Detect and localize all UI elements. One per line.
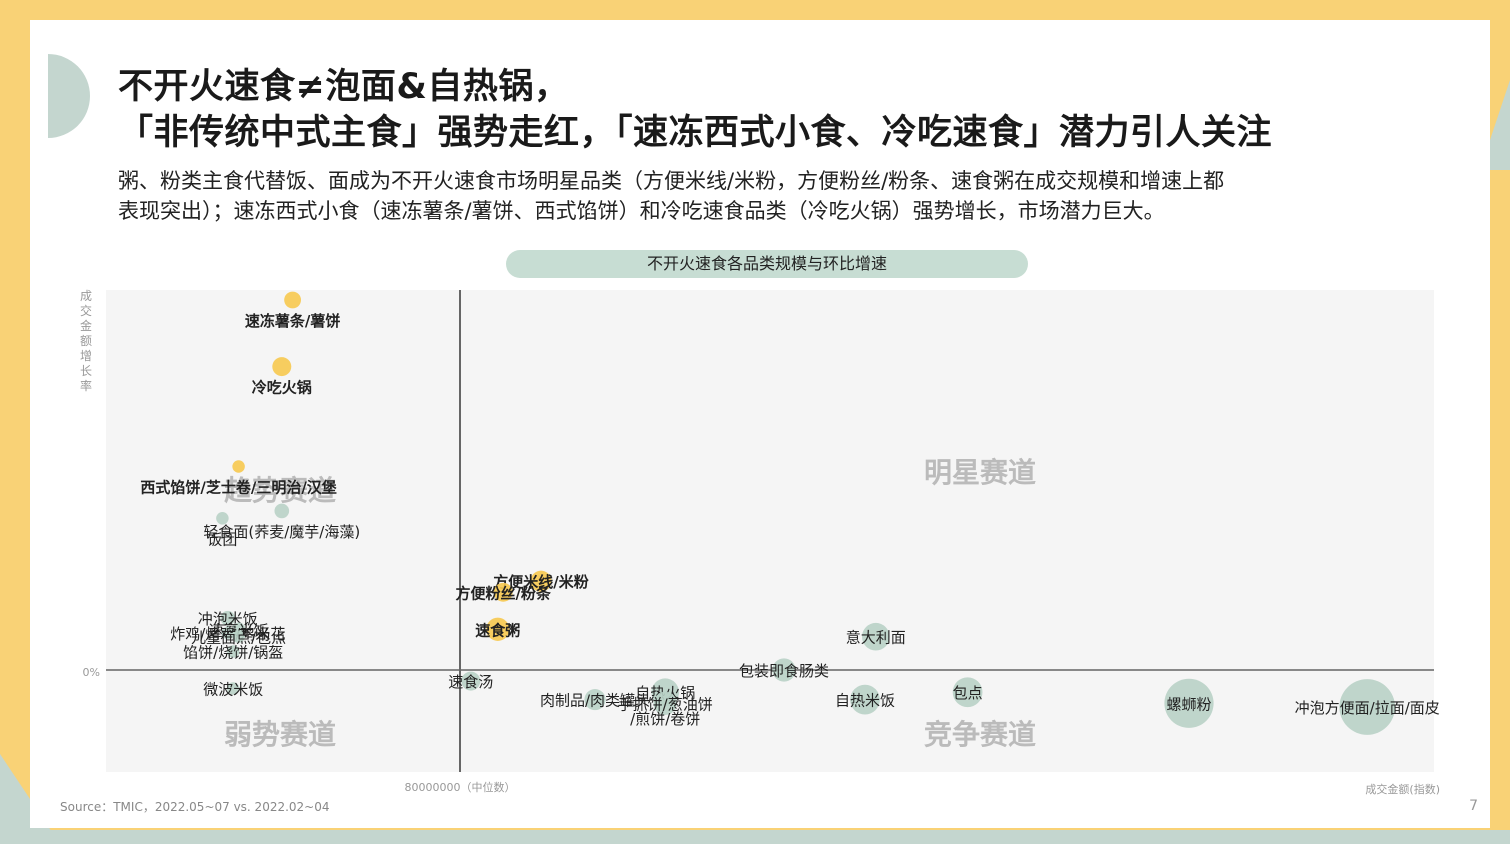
data-label: 馅饼/烧饼/锅盔 bbox=[183, 644, 283, 662]
data-bubble bbox=[274, 503, 290, 519]
data-label: 速食粥 bbox=[475, 621, 520, 639]
y-zero-tick-label: 0% bbox=[83, 666, 100, 679]
y-axis-label: 成交金额增长率 bbox=[80, 289, 92, 393]
x-axis-label: 成交金额(指数) bbox=[1365, 782, 1440, 796]
data-label: 意大利面 bbox=[846, 629, 906, 647]
data-label: 肉制品/肉类罐头 bbox=[540, 692, 650, 710]
data-label: 方便粉丝/粉条 bbox=[455, 584, 551, 602]
slide-card: 不开火速食≠泡面&自热锅， 「非传统中式主食」强势走红，「速冻西式小食、冷吃速食… bbox=[30, 20, 1490, 828]
data-label: 包点 bbox=[953, 684, 983, 702]
bottom-band-decoration bbox=[0, 830, 1510, 844]
page-number: 7 bbox=[1469, 798, 1478, 814]
data-label: 冲泡方便面/拉面/面皮 bbox=[1295, 699, 1440, 717]
data-label: 西式馅饼/芝士卷/三明治/汉堡 bbox=[140, 479, 336, 497]
data-label: 速食汤 bbox=[448, 673, 493, 691]
bubble-chart: 明星赛道趋势赛道弱势赛道 竞争赛道0%80000000（中位数） 成交金额(指数)成… bbox=[80, 289, 1440, 796]
data-label: 微波米饭 bbox=[203, 681, 263, 699]
x-median-tick-label: 80000000（中位数） bbox=[405, 780, 516, 794]
quadrant-label: 明星赛道 bbox=[924, 456, 1036, 489]
data-label: 速冻薯条/薯饼 bbox=[245, 312, 340, 330]
data-label: 自热米饭 bbox=[835, 692, 895, 710]
data-label: 冷吃火锅 bbox=[252, 379, 312, 397]
data-label: 螺蛳粉 bbox=[1166, 695, 1211, 713]
quadrant-label: 竞争赛道 bbox=[924, 718, 1036, 751]
data-bubble bbox=[272, 357, 292, 377]
data-label: 包装即食肠类 bbox=[739, 662, 829, 680]
data-bubble bbox=[284, 291, 301, 309]
data-bubble bbox=[232, 460, 245, 473]
quadrant-label: 弱势赛道 bbox=[224, 718, 336, 751]
source-note: Source：TMIC，2022.05~07 vs. 2022.02~04 bbox=[60, 800, 330, 814]
data-label: 轻食面(荞麦/魔芋/海藻) bbox=[203, 523, 360, 541]
data-label: /煎饼/卷饼 bbox=[630, 710, 700, 728]
